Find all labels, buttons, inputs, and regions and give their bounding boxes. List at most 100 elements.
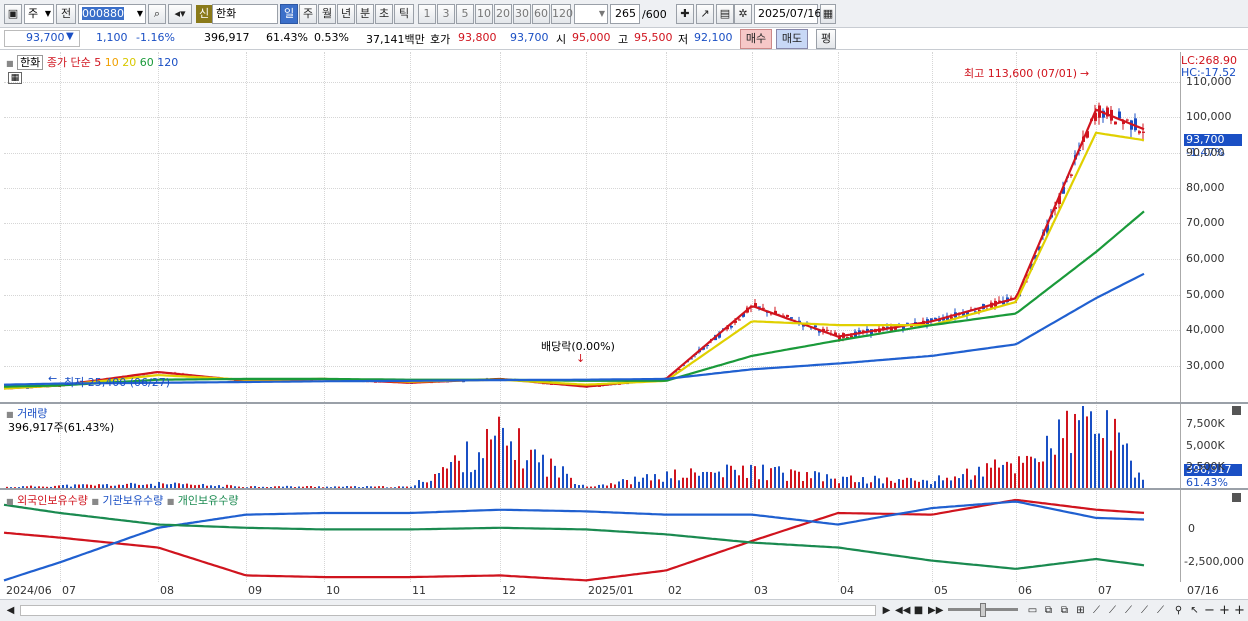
interval-5[interactable]: 5 [456,4,474,24]
prev-button[interactable]: 전 [56,4,76,24]
fast-forward-icon[interactable]: ▶▶ [928,604,943,617]
candle-body [1114,121,1117,125]
interval-20[interactable]: 20 [494,4,512,24]
calendar-icon[interactable]: ▦ [820,4,836,24]
volume-bar [1114,418,1116,488]
x-tick-label: 03 [754,584,768,597]
crosshair-icon[interactable]: ✚ [676,4,694,24]
period-day[interactable]: 일 [280,4,298,24]
stop-icon[interactable]: ■ [912,604,925,617]
volume-bar [962,474,964,488]
sell-button[interactable]: 매도 [776,29,808,49]
interval-120[interactable]: 120 [551,4,573,24]
save-icon[interactable]: ▤ [716,4,734,24]
right-arrow-icon: → [1080,67,1090,80]
speaker-icon[interactable]: ◂▾ [168,4,192,24]
volume-bar [1054,454,1056,488]
close-panel-icon[interactable] [1232,406,1241,415]
volume-bar [846,476,848,488]
rewind-icon[interactable]: ◀◀ [895,604,910,617]
volume-bar [1002,464,1004,488]
volume-bar [1134,477,1136,488]
line-tool-icon[interactable]: ⟋ [1154,604,1167,617]
volume-bar [790,469,792,488]
interval-10[interactable]: 10 [475,4,493,24]
line-tool-icon[interactable]: ⟋ [1106,604,1119,617]
volume-bar [494,435,496,488]
volume-bar [938,475,940,488]
price-change: 1,100 [96,31,128,44]
high-annotation: 최고 113,600 (07/01) [964,67,1078,80]
stock-name-field[interactable]: 한화 [212,4,278,24]
scroll-track[interactable] [20,605,876,616]
grid-icon[interactable]: ⊞ [1074,604,1087,617]
period-tick[interactable]: 틱 [394,4,414,24]
volume-bar [806,472,808,488]
zoom-slider-handle[interactable] [980,603,986,617]
magnifier-icon[interactable]: ⚲ [1172,604,1185,617]
count-input[interactable]: 265 [610,4,640,24]
copy-icon[interactable]: ⧉ [1042,604,1055,617]
ma-line-120 [3,272,1145,386]
close-panel-icon[interactable] [1232,493,1241,502]
x-tick-label: 07 [62,584,76,597]
volume-bar [1074,413,1076,488]
window-icon[interactable]: ▭ [1026,604,1039,617]
volume-bar [642,477,644,488]
layout-icon[interactable]: ▣ [4,4,22,24]
volume-bar [754,466,756,488]
period-week[interactable]: 주 [299,4,317,24]
volume-bar [714,472,716,488]
period-month[interactable]: 월 [318,4,336,24]
line-tool-icon[interactable]: ⟋ [1138,604,1151,617]
date-input[interactable]: 2025/07/16 [754,4,821,24]
holding-tick-label: -2,500,000 [1184,555,1244,568]
x-tick-label: 02 [668,584,682,597]
volume-bar [926,480,928,488]
period-year[interactable]: 년 [337,4,355,24]
volume-bar [674,469,676,488]
x-tick-label: 2024/06 [6,584,52,597]
zoom-in-icon[interactable]: + [1233,604,1246,617]
volume-chart[interactable] [0,404,1180,488]
code-input[interactable]: 000880 ▼ [78,4,146,24]
search-icon[interactable]: ⌕ [148,4,166,24]
hoga-label: 호가 [430,33,451,46]
interval-60[interactable]: 60 [532,4,550,24]
price-legend: ■ 한화 종가 단순 5 10 20 60 120 [6,54,178,70]
scroll-left-icon[interactable]: ◀ [4,604,17,617]
panel-separator [0,488,1248,490]
period-minute[interactable]: 분 [356,4,374,24]
interval-3[interactable]: 3 [437,4,455,24]
volume-bar [622,479,624,488]
volume-bar [826,474,828,488]
gear-icon[interactable]: ✲ [734,4,752,24]
scroll-bar: ◀ ▶ ◀◀ ■ ▶▶ ▭ ⧉ ⧉ ⊞ ⟋ ⟋ ⟋ ⟋ ⟋ ⚲ ↖ − + + [0,599,1248,621]
buy-button[interactable]: 매수 [740,29,772,49]
tile-icon[interactable]: ⧉ [1058,604,1071,617]
x-tick-label: 05 [934,584,948,597]
zoom-out-icon[interactable]: − [1203,604,1216,617]
interval-1[interactable]: 1 [418,4,436,24]
zoom-in-icon[interactable]: + [1218,604,1231,617]
volume-bar [1098,433,1100,488]
line-tool-icon[interactable]: ⟋ [1090,604,1103,617]
pointer-icon[interactable]: ↖ [1188,604,1201,617]
volume-bar [430,480,432,488]
volume-bar [1026,455,1028,488]
draw-tool-icon[interactable]: ↗ [696,4,714,24]
volume-tick-label: 2,500K [1186,460,1225,473]
play-icon[interactable]: ▶ [880,604,893,617]
line-tool-icon[interactable]: ⟋ [1122,604,1135,617]
volume-bar [666,471,668,488]
candle-body [1142,131,1145,133]
interval-30[interactable]: 30 [513,4,531,24]
volume-bar [458,460,460,488]
table-icon[interactable]: ▦ [8,72,22,84]
type-select[interactable]: 주 ▼ [24,4,54,24]
custom-interval-select[interactable]: ▼ [574,4,608,24]
eval-button[interactable]: 평 [816,29,836,49]
code-value: 000880 [82,7,124,20]
candle-body [1070,174,1073,176]
period-second[interactable]: 초 [375,4,393,24]
